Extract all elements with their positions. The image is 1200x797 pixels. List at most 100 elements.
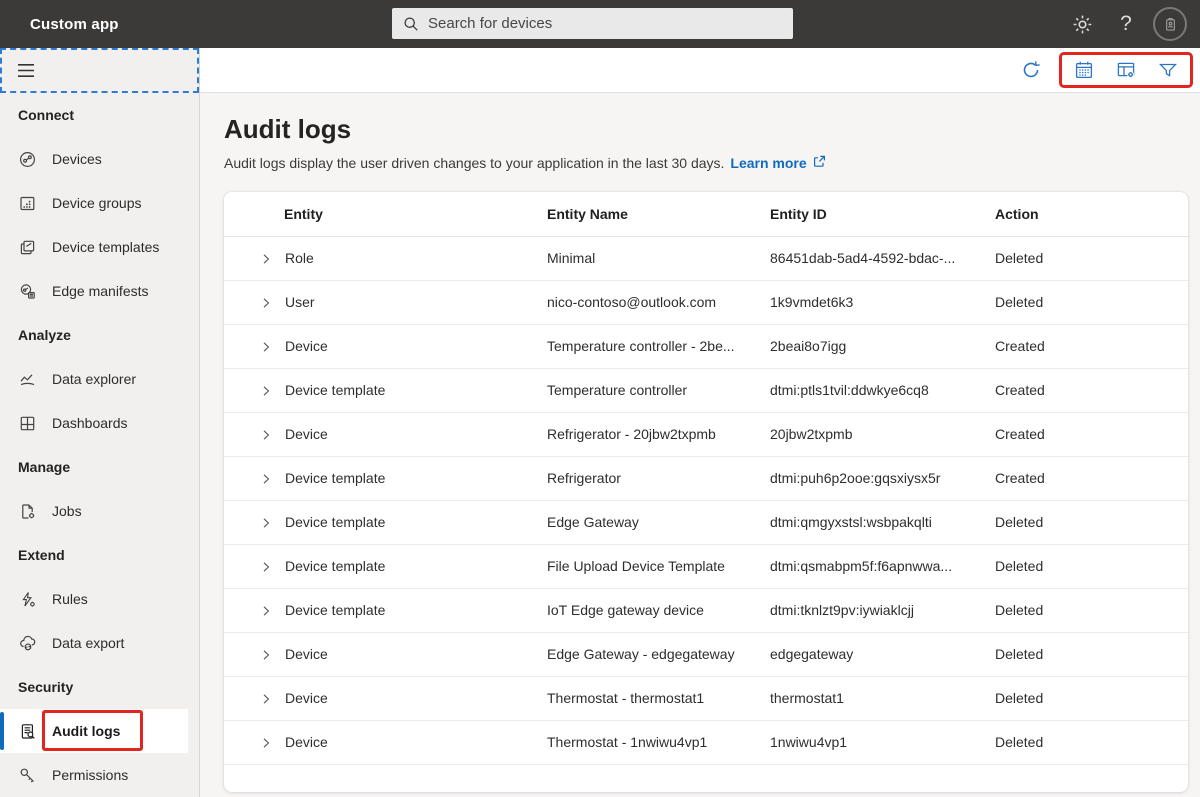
cell-entity-id: 1k9vmdet6k3 bbox=[770, 280, 995, 324]
table-row[interactable]: Device Thermostat - 1nwiwu4vp1 1nwiwu4vp… bbox=[224, 720, 1188, 764]
cell-action: Created bbox=[995, 324, 1188, 368]
rules-icon bbox=[18, 590, 36, 608]
gear-icon bbox=[1072, 14, 1093, 35]
data-explorer-icon bbox=[18, 370, 36, 388]
table-row[interactable]: Device template Edge Gateway dtmi:qmgyxs… bbox=[224, 500, 1188, 544]
table-header-row: Entity Entity Name Entity ID Action bbox=[224, 192, 1188, 236]
cell-entity-name: Temperature controller - 2be... bbox=[547, 324, 770, 368]
table-row[interactable]: Device Edge Gateway - edgegateway edgega… bbox=[224, 632, 1188, 676]
sidebar-item-rules[interactable]: Rules bbox=[0, 577, 199, 621]
calendar-icon bbox=[1074, 60, 1094, 80]
badge-icon bbox=[1162, 16, 1179, 33]
sidebar-item-label: Permissions bbox=[52, 767, 128, 783]
sidebar-item-permissions[interactable]: Permissions bbox=[0, 753, 199, 797]
sidebar-section-security: Security bbox=[0, 665, 199, 709]
table-body: Role Minimal 86451dab-5ad4-4592-bdac-...… bbox=[224, 236, 1188, 764]
cell-entity-label: Device template bbox=[285, 602, 385, 618]
cell-entity-id: thermostat1 bbox=[770, 676, 995, 720]
help-button[interactable]: ? bbox=[1104, 0, 1148, 48]
dashboards-icon bbox=[18, 414, 36, 432]
column-header-action[interactable]: Action bbox=[995, 192, 1188, 236]
sidebar-item-dashboards[interactable]: Dashboards bbox=[0, 401, 199, 445]
cell-entity-id: dtmi:ptls1tvil:ddwkye6cq8 bbox=[770, 368, 995, 412]
learn-more-link[interactable]: Learn more bbox=[730, 155, 806, 171]
cell-entity-id: 1nwiwu4vp1 bbox=[770, 720, 995, 764]
expand-chevron-icon[interactable] bbox=[260, 649, 272, 661]
expand-chevron-icon[interactable] bbox=[260, 429, 272, 441]
devices-icon bbox=[18, 150, 36, 168]
cell-entity-label: Device bbox=[285, 426, 328, 442]
cell-entity-name: File Upload Device Template bbox=[547, 544, 770, 588]
topbar-actions: ? bbox=[1060, 0, 1192, 48]
external-link-icon bbox=[813, 155, 826, 168]
cell-action: Created bbox=[995, 412, 1188, 456]
table-row[interactable]: User nico-contoso@outlook.com 1k9vmdet6k… bbox=[224, 280, 1188, 324]
jobs-icon bbox=[18, 502, 36, 520]
sidebar-item-device-groups[interactable]: Device groups bbox=[0, 181, 199, 225]
table-row[interactable]: Device template IoT Edge gateway device … bbox=[224, 588, 1188, 632]
cell-entity-name: Minimal bbox=[547, 236, 770, 280]
cell-entity-label: Device template bbox=[285, 382, 385, 398]
page-toolbar bbox=[200, 48, 1200, 93]
sidebar-item-devices[interactable]: Devices bbox=[0, 137, 199, 181]
selection-indicator bbox=[0, 712, 4, 750]
table-row[interactable]: Device template File Upload Device Templ… bbox=[224, 544, 1188, 588]
table-row[interactable]: Device Thermostat - thermostat1 thermost… bbox=[224, 676, 1188, 720]
expand-chevron-icon[interactable] bbox=[260, 561, 272, 573]
cell-entity-name: Thermostat - thermostat1 bbox=[547, 676, 770, 720]
sidebar-item-data-explorer[interactable]: Data explorer bbox=[0, 357, 199, 401]
expand-chevron-icon[interactable] bbox=[260, 341, 272, 353]
table-row[interactable]: Device template Temperature controller d… bbox=[224, 368, 1188, 412]
table-row[interactable]: Role Minimal 86451dab-5ad4-4592-bdac-...… bbox=[224, 236, 1188, 280]
cell-entity-name: Temperature controller bbox=[547, 368, 770, 412]
cell-entity-id: 20jbw2txpmb bbox=[770, 412, 995, 456]
expand-chevron-icon[interactable] bbox=[260, 473, 272, 485]
column-header-entity[interactable]: Entity bbox=[224, 192, 547, 236]
cell-entity-id: dtmi:tknlzt9pv:iywiaklcjj bbox=[770, 588, 995, 632]
sidebar-section-manage: Manage bbox=[0, 445, 199, 489]
settings-button[interactable] bbox=[1060, 0, 1104, 48]
table-row[interactable]: Device template Refrigerator dtmi:puh6p2… bbox=[224, 456, 1188, 500]
column-options-icon bbox=[1116, 60, 1136, 80]
filter-button[interactable] bbox=[1157, 59, 1179, 81]
expand-chevron-icon[interactable] bbox=[260, 253, 272, 265]
expand-chevron-icon[interactable] bbox=[260, 737, 272, 749]
search-icon bbox=[403, 16, 419, 32]
sidebar-item-label: Device groups bbox=[52, 195, 142, 211]
hamburger-menu-button[interactable] bbox=[17, 63, 35, 78]
sidebar-item-jobs[interactable]: Jobs bbox=[0, 489, 199, 533]
cell-action: Deleted bbox=[995, 632, 1188, 676]
account-button[interactable] bbox=[1148, 0, 1192, 48]
expand-chevron-icon[interactable] bbox=[260, 605, 272, 617]
expand-chevron-icon[interactable] bbox=[260, 385, 272, 397]
search-input[interactable] bbox=[428, 8, 793, 39]
sidebar-item-label: Data export bbox=[52, 635, 124, 651]
column-options-button[interactable] bbox=[1115, 59, 1137, 81]
app-title: Custom app bbox=[30, 16, 119, 33]
sidebar-item-edge-manifests[interactable]: Edge manifests bbox=[0, 269, 199, 313]
cell-entity-id: dtmi:puh6p2ooe:gqsxiysx5r bbox=[770, 456, 995, 500]
expand-chevron-icon[interactable] bbox=[260, 693, 272, 705]
sidebar-item-audit-logs[interactable]: Audit logs bbox=[0, 709, 188, 753]
search-box[interactable] bbox=[392, 8, 793, 39]
time-range-button[interactable] bbox=[1073, 59, 1095, 81]
refresh-button[interactable] bbox=[1016, 55, 1046, 85]
sidebar-item-data-export[interactable]: Data export bbox=[0, 621, 199, 665]
cell-action: Deleted bbox=[995, 280, 1188, 324]
sidebar-item-device-templates[interactable]: Device templates bbox=[0, 225, 199, 269]
cell-entity-label: Role bbox=[285, 250, 314, 266]
expand-chevron-icon[interactable] bbox=[260, 517, 272, 529]
cell-entity-label: User bbox=[285, 294, 315, 310]
cell-entity-id: 2beai8o7igg bbox=[770, 324, 995, 368]
cell-entity-label: Device template bbox=[285, 514, 385, 530]
cell-action: Deleted bbox=[995, 720, 1188, 764]
sidebar-item-label: Data explorer bbox=[52, 371, 136, 387]
cell-action: Created bbox=[995, 456, 1188, 500]
table-row[interactable]: Device Refrigerator - 20jbw2txpmb 20jbw2… bbox=[224, 412, 1188, 456]
expand-chevron-icon[interactable] bbox=[260, 297, 272, 309]
table-row[interactable]: Device Temperature controller - 2be... 2… bbox=[224, 324, 1188, 368]
column-header-entity-name[interactable]: Entity Name bbox=[547, 192, 770, 236]
sidebar-collapse-row[interactable] bbox=[0, 48, 199, 93]
data-export-icon bbox=[18, 634, 36, 652]
column-header-entity-id[interactable]: Entity ID bbox=[770, 192, 995, 236]
